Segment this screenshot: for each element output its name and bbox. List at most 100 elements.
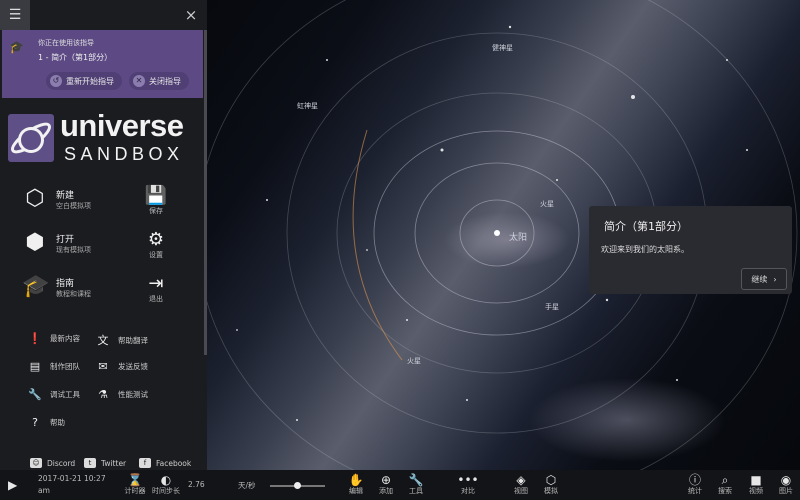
- restart-guide-label: 重新开始指导: [66, 76, 114, 86]
- stats-button[interactable]: ⓘ 统计: [684, 473, 706, 496]
- planet-label-jupiter[interactable]: 健神星: [492, 43, 513, 53]
- compare-button[interactable]: ••• 对比: [457, 473, 479, 496]
- graduation-cap-icon: 🎓: [22, 274, 50, 299]
- guide-status-panel: 🎓 你正在使用该指导 1 - 简介（第1部分） ↺ 重新开始指导 ✕ 关闭指导: [2, 30, 203, 98]
- edit-button[interactable]: ✋ 编辑: [345, 473, 367, 496]
- timer-button[interactable]: ⌛ 计时器: [122, 473, 148, 496]
- planet-label-sun[interactable]: 太阳: [509, 230, 527, 243]
- planet-label-venus[interactable]: 火星: [540, 199, 554, 209]
- guides-button[interactable]: 🎓 指南 教程和课程: [22, 274, 91, 300]
- compare-icon: •••: [457, 473, 479, 487]
- restart-icon: ↺: [50, 75, 62, 87]
- discord-label: Discord: [47, 458, 76, 468]
- tools-button[interactable]: 🔧 工具: [405, 473, 427, 496]
- main-menu-sidebar: ☰ × 🎓 你正在使用该指导 1 - 简介（第1部分） ↺ 重新开始指导 ✕ 关…: [0, 0, 207, 470]
- logo-word-universe: universe: [60, 108, 184, 143]
- add-button[interactable]: ⊕ 添加: [375, 473, 397, 496]
- planet-label-uranus[interactable]: 虹神星: [297, 101, 318, 111]
- popup-body: 欢迎来到我们的太阳系。: [601, 245, 689, 254]
- cube-icon: ⬡: [25, 186, 45, 211]
- timer-label: 计时器: [124, 487, 146, 495]
- help-label: 帮助: [50, 418, 65, 427]
- datetime-line2: am: [38, 486, 50, 495]
- new-simulation-button[interactable]: ⬡ 新建 空白模拟项: [22, 186, 91, 212]
- translate-icon: 文: [97, 334, 109, 347]
- bottom-toolbar: ▶ 2017-01-21 10:27 am ⌛ 计时器 ◐ 时间步长 2.76 …: [0, 470, 800, 500]
- guides-label: 指南: [56, 278, 75, 289]
- whats-new-label: 最新内容: [50, 334, 80, 343]
- hourglass-icon: ⌛: [127, 473, 143, 487]
- screenshot-label: 图片: [779, 487, 793, 495]
- wrench-icon: 🔧: [408, 473, 424, 487]
- hamburger-icon[interactable]: ☰: [0, 0, 30, 30]
- debug-tools-button[interactable]: 🔧 调试工具: [28, 388, 80, 401]
- slider-knob[interactable]: [294, 482, 301, 489]
- cube-icon: ⬡: [545, 473, 557, 487]
- timestep-label: 时间步长: [152, 487, 180, 495]
- graduation-cap-icon: 🎓: [9, 40, 24, 54]
- simulation-button[interactable]: ⬡ 模拟: [540, 473, 562, 496]
- video-icon: ■: [750, 473, 762, 487]
- planet-label-mars[interactable]: 火星: [407, 356, 421, 366]
- video-label: 视频: [749, 487, 763, 495]
- planet-label-earth[interactable]: 手星: [545, 302, 559, 312]
- discord-icon: ☺: [30, 458, 42, 468]
- whats-new-button[interactable]: ❗ 最新内容: [28, 332, 80, 345]
- open-simulation-button[interactable]: ⬢ 打开 现有模拟项: [22, 230, 91, 256]
- exit-icon: ⇥: [148, 273, 164, 294]
- save-label: 保存: [149, 207, 163, 215]
- video-button[interactable]: ■ 视频: [745, 473, 767, 496]
- info-icon: ⓘ: [688, 473, 701, 487]
- layers-icon: ◈: [516, 473, 526, 487]
- facebook-link[interactable]: f Facebook: [139, 458, 191, 468]
- save-icon: 💾: [144, 185, 168, 206]
- sidebar-scrollbar[interactable]: [204, 30, 207, 355]
- open-sub: 现有模拟项: [56, 245, 91, 254]
- guide-current-step: 1 - 简介（第1部分）: [38, 53, 113, 62]
- restart-guide-button[interactable]: ↺ 重新开始指导: [46, 72, 122, 90]
- help-button[interactable]: ? 帮助: [28, 416, 65, 429]
- search-label: 搜索: [718, 487, 732, 495]
- open-cube-icon: ⬢: [25, 230, 45, 255]
- exit-button[interactable]: ⇥ 退出: [141, 274, 171, 304]
- view-button[interactable]: ◈ 视图: [510, 473, 532, 496]
- add-label: 添加: [379, 487, 393, 495]
- twitter-icon: t: [84, 458, 96, 468]
- help-translate-label: 帮助翻译: [118, 335, 148, 345]
- facebook-label: Facebook: [156, 458, 192, 468]
- wrench-icon: 🔧: [28, 388, 42, 401]
- settings-button[interactable]: ⚙ 设置: [141, 230, 171, 260]
- new-sub: 空白模拟项: [56, 201, 91, 210]
- credits-label: 制作团队: [50, 362, 80, 371]
- credits-button[interactable]: ▤ 制作团队: [28, 360, 80, 373]
- play-icon: ▶: [8, 478, 18, 492]
- gear-icon: ⚙: [147, 229, 165, 250]
- twitter-link[interactable]: t Twitter: [84, 458, 126, 468]
- time-speed-slider[interactable]: [270, 482, 325, 489]
- open-label: 打开: [56, 234, 75, 245]
- screenshot-button[interactable]: ◉ 图片: [775, 473, 797, 496]
- save-button[interactable]: 💾 保存: [141, 186, 171, 216]
- guide-popup: 简介（第1部分） 欢迎来到我们的太阳系。 继续 ›: [589, 206, 792, 294]
- close-guide-label: 关闭指导: [149, 76, 181, 86]
- debug-tools-label: 调试工具: [50, 390, 80, 399]
- performance-test-label: 性能测试: [118, 390, 148, 399]
- universe-sandbox-logo: universe SANDBOX: [8, 108, 198, 164]
- compare-label: 对比: [461, 487, 475, 495]
- speed-unit: 天/秒: [238, 481, 256, 490]
- chevron-right-icon: ›: [773, 274, 777, 284]
- performance-test-button[interactable]: ⚗ 性能测试: [96, 388, 148, 401]
- discord-link[interactable]: ☺ Discord: [30, 458, 75, 468]
- timestep-button[interactable]: ◐ 时间步长: [150, 473, 182, 496]
- search-icon: ⌕: [721, 473, 729, 487]
- send-feedback-button[interactable]: ✉ 发送反馈: [96, 360, 148, 373]
- logo-word-sandbox: SANDBOX: [64, 144, 184, 164]
- plus-circle-icon: ⊕: [380, 473, 392, 487]
- settings-label: 设置: [149, 251, 163, 259]
- close-icon[interactable]: ×: [181, 5, 201, 25]
- close-guide-button[interactable]: ✕ 关闭指导: [129, 72, 189, 90]
- continue-button[interactable]: 继续 ›: [741, 268, 787, 290]
- search-button[interactable]: ⌕ 搜索: [714, 473, 736, 496]
- play-button[interactable]: ▶: [8, 478, 17, 492]
- help-translate-button[interactable]: 文 帮助翻译: [96, 332, 149, 348]
